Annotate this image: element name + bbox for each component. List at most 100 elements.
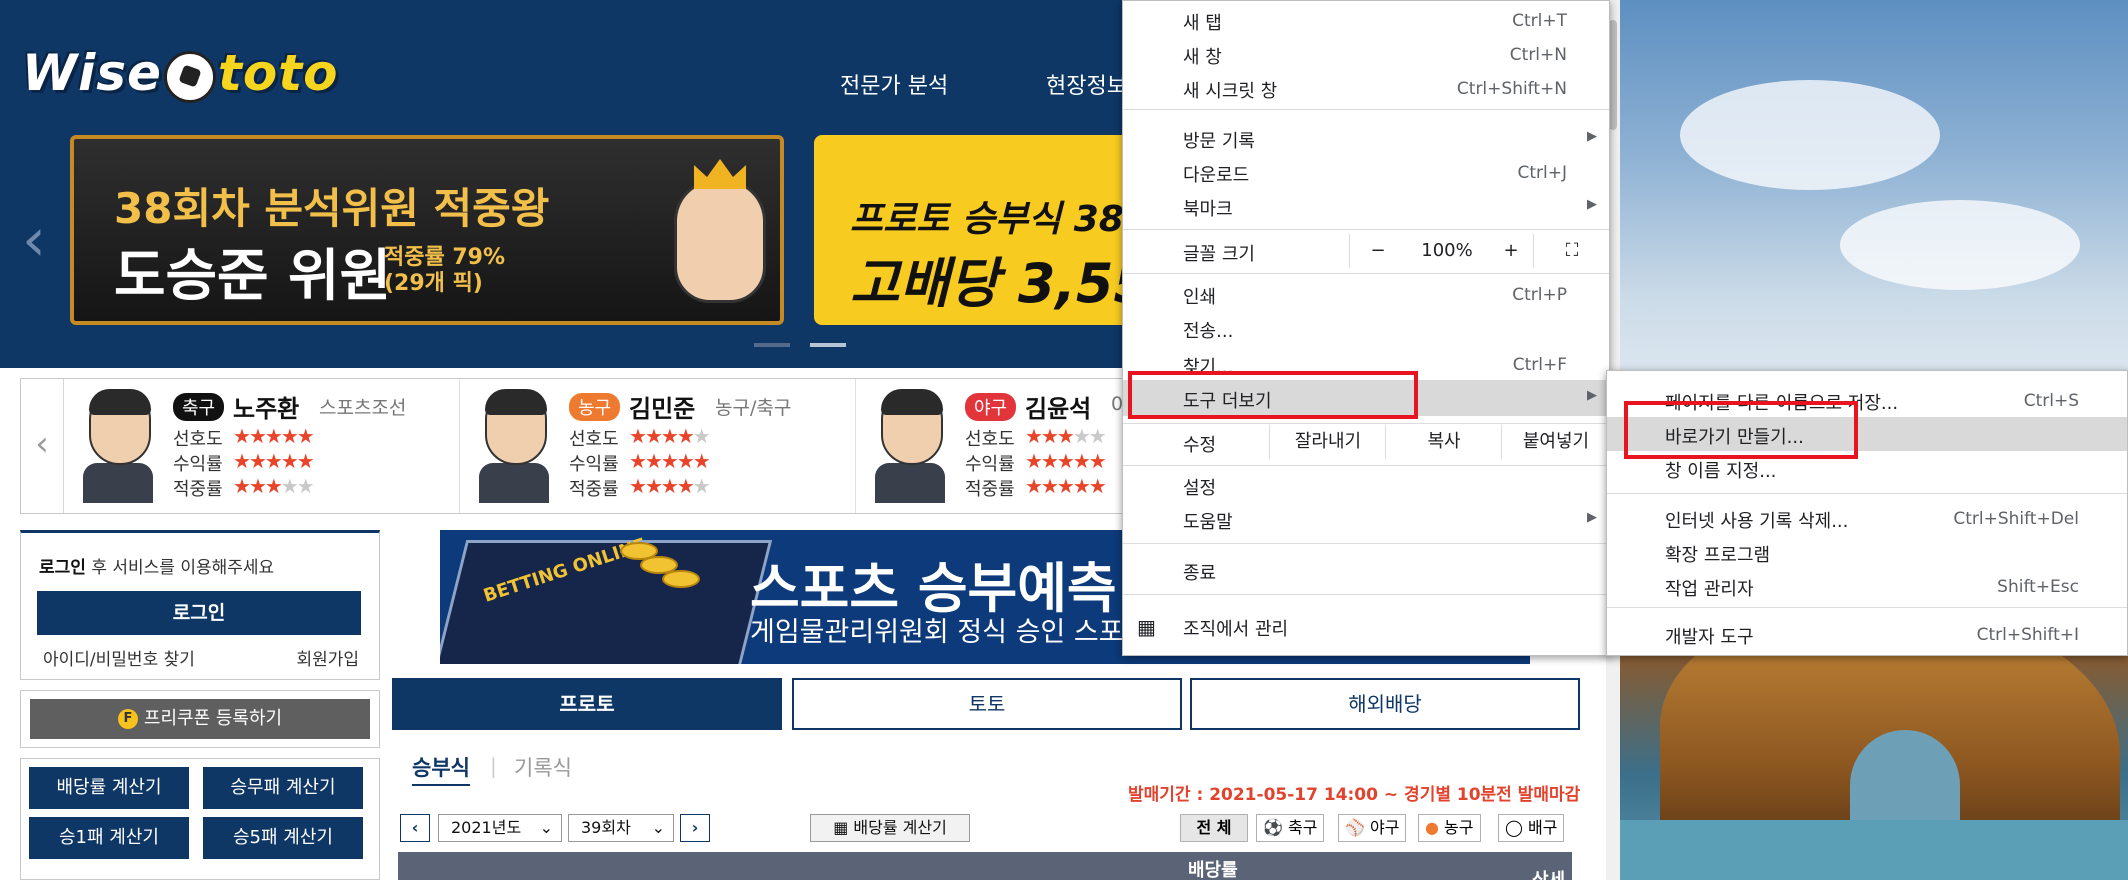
stat-label: 수익률	[965, 454, 1015, 475]
expert-card[interactable]: 농구 김민준 농구/축구 선호도 ★★★★★ 수익률 ★★★★★ 적중률 ★★★★★	[459, 379, 856, 513]
page-scrollbar-thumb[interactable]	[1609, 20, 1617, 130]
menu-history[interactable]: 방문 기록 ▶	[1123, 121, 1609, 155]
menu-downloads[interactable]: 다운로드 Ctrl+J	[1123, 155, 1609, 189]
stat-label: 적중률	[965, 479, 1015, 500]
menu-new-window[interactable]: 새 창 Ctrl+N	[1123, 37, 1609, 71]
expert-avatar	[479, 389, 549, 503]
prev-round-button[interactable]: ‹	[400, 814, 430, 842]
stat-label: 수익률	[569, 454, 619, 475]
win5-lose-calculator-button[interactable]: 승5패 계산기	[203, 817, 363, 859]
stat-label: 수익률	[173, 454, 223, 475]
zoom-in-button[interactable]: +	[1489, 234, 1533, 268]
highlight-more-tools	[1128, 371, 1418, 419]
chevron-down-icon: ⌄	[539, 818, 553, 837]
menu-copy[interactable]: 복사	[1385, 425, 1502, 459]
sport-filter-baseball[interactable]: ⚾ 야구	[1338, 814, 1407, 842]
stat-label: 선호도	[569, 429, 619, 450]
chevron-right-icon: ▶	[1587, 197, 1597, 212]
menu-exit[interactable]: 종료	[1123, 553, 1609, 587]
menu-settings[interactable]: 설정	[1123, 468, 1609, 502]
year-select[interactable]: 2021년도 ⌄	[438, 814, 562, 842]
nav-onsite-info[interactable]: 현장정보	[1046, 68, 1127, 100]
submenu-developer-tools[interactable]: 개발자 도구 Ctrl+Shift+I	[1607, 617, 2127, 651]
sport-filter-soccer[interactable]: ⚽ 축구	[1256, 814, 1325, 842]
odds-column-header: 배당률	[1188, 860, 1238, 880]
banner-headline: 38회차 분석위원 적중왕	[114, 184, 550, 233]
sport-filter-basketball[interactable]: ● 농구	[1418, 814, 1481, 842]
menu-divider	[1123, 594, 1609, 595]
menu-zoom-row: 글꼴 크기 − 100% + ⛶	[1123, 234, 1609, 268]
menu-bookmarks[interactable]: 북마크 ▶	[1123, 189, 1609, 223]
login-panel: 로그인 후 서비스를 이용해주세요 로그인 아이디/비밀번호 찾기 회원가입	[20, 530, 380, 680]
expert-avatar	[83, 389, 153, 503]
menu-divider	[1123, 273, 1609, 274]
menu-managed-by-org[interactable]: ▦ 조직에서 관리	[1123, 609, 1609, 643]
nav-expert-analysis[interactable]: 전문가 분석	[840, 68, 948, 100]
menu-new-incognito[interactable]: 새 시크릿 창 Ctrl+Shift+N	[1123, 71, 1609, 105]
star-rating-icon: ★★★★★	[233, 474, 315, 498]
login-button[interactable]: 로그인	[37, 591, 361, 635]
stat-label: 적중률	[569, 479, 619, 500]
fullscreen-icon[interactable]: ⛶	[1533, 234, 1610, 268]
menu-cast[interactable]: 전송...	[1123, 311, 1609, 345]
next-round-button[interactable]: ›	[680, 814, 710, 842]
sport-filter-all[interactable]: 전 체	[1180, 814, 1248, 842]
zoom-level: 100%	[1421, 240, 1473, 261]
odds-calculator-button[interactable]: 배당률 계산기	[29, 767, 189, 809]
zoom-out-button[interactable]: −	[1349, 234, 1406, 268]
star-rating-icon: ★★★★★	[629, 449, 711, 473]
menu-print[interactable]: 인쇄 Ctrl+P	[1123, 277, 1609, 311]
menu-divider	[1123, 109, 1609, 110]
menu-new-tab[interactable]: 새 탭 Ctrl+T	[1123, 3, 1609, 37]
free-coupon-button[interactable]: F 프리쿠폰 등록하기	[30, 699, 370, 739]
banner-name: 도승준 위원	[114, 244, 392, 309]
carousel-dot-active[interactable]	[810, 343, 846, 347]
carousel-dot[interactable]	[754, 343, 790, 347]
subtab-match-type[interactable]: 승부식	[412, 752, 470, 786]
menu-divider	[1607, 493, 2127, 494]
highlight-create-shortcut	[1624, 401, 1858, 459]
building-icon: ▦	[1137, 615, 1156, 639]
tab-proto[interactable]: 프로토	[392, 678, 782, 730]
expert-name: 김민준	[629, 395, 696, 423]
menu-paste[interactable]: 붙여넣기	[1501, 425, 1610, 459]
ad-subtitle: 게임물관리위원회 정식 승인 스포츠	[750, 617, 1149, 648]
soccer-icon: ⚽	[1263, 818, 1289, 837]
win1-lose-calculator-button[interactable]: 승1패 계산기	[29, 817, 189, 859]
detail-column-header: 상세	[1532, 866, 1565, 880]
tab-toto[interactable]: 토토	[792, 678, 1182, 730]
expert-card[interactable]: 축구 노주환 스포츠조선 선호도 ★★★★★ 수익률 ★★★★★ 적중률 ★★★★★	[63, 379, 460, 513]
win-draw-lose-calculator-button[interactable]: 승무패 계산기	[203, 767, 363, 809]
carousel-prev-icon[interactable]: ‹	[22, 205, 46, 275]
signup-link[interactable]: 회원가입	[296, 645, 359, 670]
subtab-record-type[interactable]: 기록식	[514, 752, 572, 782]
banner2-odds: 고배당 3,55	[850, 252, 1144, 315]
cloud	[1680, 80, 1940, 190]
tab-overseas-odds[interactable]: 해외배당	[1190, 678, 1580, 730]
banner2-headline: 프로토 승부식 38	[850, 199, 1124, 240]
subtab-divider: |	[490, 754, 497, 778]
find-id-password-link[interactable]: 아이디/비밀번호 찾기	[43, 645, 195, 670]
menu-divider	[1123, 465, 1609, 466]
star-rating-icon: ★★★★★	[629, 424, 711, 448]
menu-divider	[1123, 543, 1609, 544]
menu-cut[interactable]: 잘라내기	[1269, 425, 1386, 459]
banner-top-analyst[interactable]: 38회차 분석위원 적중왕 도승준 위원 적중률 79% (29개 픽)	[70, 135, 784, 325]
round-select[interactable]: 39회차 ⌄	[568, 814, 674, 842]
submenu-clear-browsing-data[interactable]: 인터넷 사용 기록 삭제... Ctrl+Shift+Del	[1607, 501, 2127, 535]
banner-proto-odds[interactable]: 프로토 승부식 38 고배당 3,55	[814, 135, 1144, 325]
soccer-ball-icon	[163, 50, 216, 103]
submenu-extensions[interactable]: 확장 프로그램	[1607, 535, 2127, 569]
coupon-panel: F 프리쿠폰 등록하기	[20, 690, 380, 748]
menu-help[interactable]: 도움말 ▶	[1123, 502, 1609, 536]
browser-main-menu: 새 탭 Ctrl+T 새 창 Ctrl+N 새 시크릿 창 Ctrl+Shift+N …	[1122, 0, 1610, 656]
submenu-task-manager[interactable]: 작업 관리자 Shift+Esc	[1607, 569, 2127, 603]
basketball-icon: ●	[1425, 818, 1445, 837]
expert-prev-icon[interactable]: ‹	[21, 379, 64, 513]
expert-avatar	[875, 389, 945, 503]
menu-divider	[1123, 229, 1609, 230]
stat-label: 선호도	[965, 429, 1015, 450]
site-logo[interactable]: Wise toto	[22, 44, 338, 103]
odds-calc-button[interactable]: ▦ 배당률 계산기	[810, 814, 970, 842]
sport-filter-volleyball[interactable]: ◯ 배구	[1498, 814, 1565, 842]
